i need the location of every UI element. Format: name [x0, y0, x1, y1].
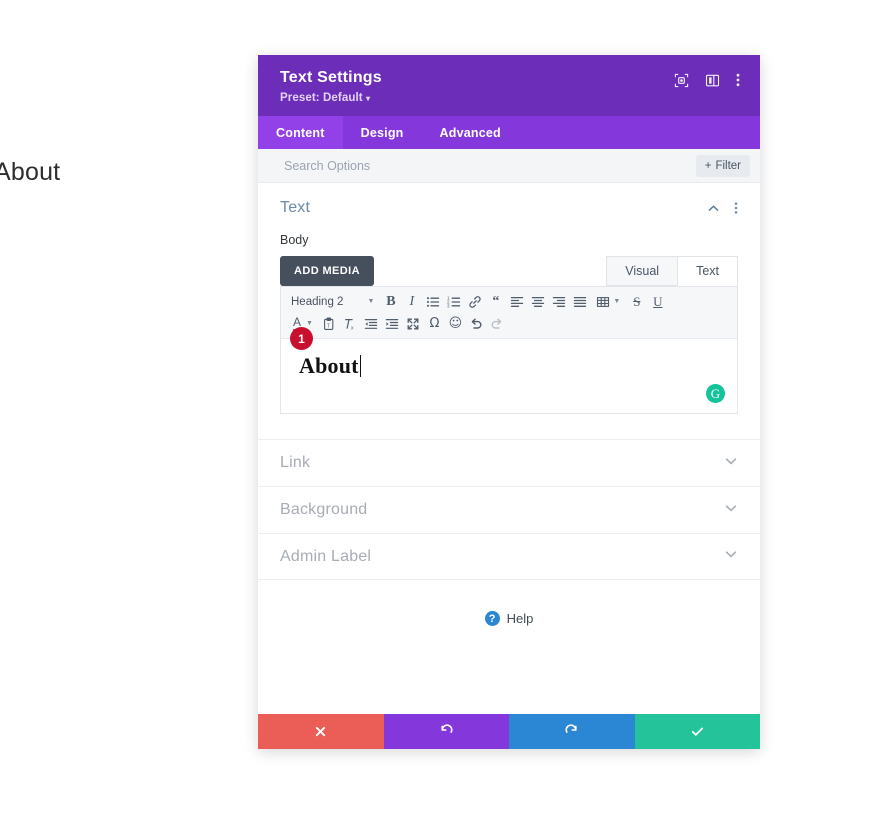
page-background-heading: About — [0, 158, 61, 186]
modal-header-texts: Text Settings Preset: Default ▾ — [280, 69, 674, 104]
align-center-icon[interactable] — [527, 291, 548, 312]
filter-button[interactable]: + Filter — [695, 154, 750, 177]
tab-advanced[interactable]: Advanced — [422, 116, 519, 149]
toolbar-row-1: Heading 2 ▼ B I 1 2 3 “ ▼ S U — [287, 291, 733, 312]
chevron-down-icon — [724, 454, 738, 473]
chevron-down-icon — [724, 501, 738, 520]
preset-selector[interactable]: Preset: Default ▾ — [280, 92, 674, 104]
help-row[interactable]: ? Help — [258, 611, 760, 626]
help-label: Help — [506, 611, 534, 626]
fullscreen-icon[interactable] — [403, 313, 424, 334]
bulleted-list-icon[interactable] — [422, 291, 443, 312]
emoji-icon[interactable]: ☺ — [445, 313, 466, 334]
filter-label: Filter — [715, 159, 741, 172]
svg-text:x: x — [351, 325, 354, 331]
plus-icon: + — [704, 159, 712, 172]
accordion-admin-label[interactable]: Admin Label — [258, 533, 760, 580]
undo-icon[interactable] — [466, 313, 487, 334]
accordion-background[interactable]: Background — [258, 486, 760, 533]
text-section: Text Body ADD MEDIA Visual Text Heading … — [258, 183, 760, 414]
tab-visual[interactable]: Visual — [606, 256, 679, 286]
chevron-down-icon: ▼ — [306, 320, 313, 327]
cancel-button[interactable] — [258, 714, 384, 749]
svg-text:T: T — [327, 323, 330, 329]
modal-body: Text Body ADD MEDIA Visual Text Heading … — [258, 183, 760, 714]
add-media-button[interactable]: ADD MEDIA — [280, 256, 374, 286]
toolbar-row-2: A ▼ T x Ω ☺ — [287, 313, 733, 334]
align-right-icon[interactable] — [548, 291, 569, 312]
chevron-down-icon: ▼ — [613, 298, 621, 305]
grammarly-icon[interactable]: G — [706, 384, 725, 403]
modal-header: Text Settings Preset: Default ▾ — [258, 55, 760, 116]
numbered-list-icon[interactable]: 1 2 3 — [443, 291, 464, 312]
italic-icon[interactable]: I — [401, 291, 422, 312]
underline-icon[interactable]: U — [647, 291, 668, 312]
preset-label: Preset: Default — [280, 92, 363, 104]
align-left-icon[interactable] — [506, 291, 527, 312]
special-character-icon[interactable]: Ω — [424, 313, 445, 334]
editor-heading-text: About — [299, 353, 359, 378]
increase-indent-icon[interactable] — [382, 313, 403, 334]
modal-title: Text Settings — [280, 69, 382, 86]
accordion-list: Link Background Admin Label — [258, 439, 760, 580]
search-row: + Filter — [258, 149, 760, 183]
redo-button[interactable] — [509, 714, 635, 749]
help-icon: ? — [484, 611, 500, 626]
bold-icon[interactable]: B — [380, 291, 401, 312]
editor-toolbar: Heading 2 ▼ B I 1 2 3 “ ▼ S U A ▼ T x Ω … — [281, 287, 737, 339]
align-justify-icon[interactable] — [569, 291, 590, 312]
chevron-down-icon: ▾ — [365, 94, 371, 103]
redo-icon[interactable] — [487, 313, 508, 334]
text-cursor — [359, 355, 361, 377]
format-select-label: Heading 2 — [291, 295, 344, 308]
focus-icon[interactable] — [674, 73, 689, 88]
text-section-title: Text — [280, 199, 311, 216]
rich-text-editor: Heading 2 ▼ B I 1 2 3 “ ▼ S U A ▼ T x Ω … — [280, 286, 738, 414]
section-kebab-menu-icon[interactable] — [734, 201, 738, 215]
save-button[interactable] — [634, 714, 760, 749]
paste-as-text-icon[interactable]: T — [319, 313, 340, 334]
body-field-label: Body — [280, 233, 309, 247]
text-section-header: Text — [280, 199, 738, 217]
accordion-label: Link — [280, 454, 311, 471]
editor-content-area[interactable]: 1 About G — [281, 327, 737, 413]
modal-header-icons — [674, 72, 740, 88]
svg-text:3: 3 — [447, 303, 450, 308]
modal-tabs: Content Design Advanced — [258, 116, 760, 149]
editor-mode-tabs: Visual Text — [606, 256, 738, 286]
chevron-down-icon: ▼ — [367, 298, 375, 305]
format-select[interactable]: Heading 2 ▼ — [287, 291, 380, 312]
step-badge-1: 1 — [290, 327, 313, 350]
search-input[interactable] — [282, 157, 696, 174]
accordion-label: Background — [280, 501, 368, 518]
accordion-label: Admin Label — [280, 547, 372, 565]
editor-toolbar-top: ADD MEDIA Visual Text — [280, 256, 738, 286]
strikethrough-icon[interactable]: S — [626, 291, 647, 312]
tab-content[interactable]: Content — [258, 116, 343, 149]
modal-footer — [258, 714, 760, 749]
tab-design[interactable]: Design — [343, 116, 422, 149]
kebab-menu-icon[interactable] — [736, 72, 740, 88]
decrease-indent-icon[interactable] — [361, 313, 382, 334]
chevron-down-icon — [724, 547, 738, 566]
tab-text[interactable]: Text — [677, 256, 738, 286]
accordion-link[interactable]: Link — [258, 439, 760, 486]
link-icon[interactable] — [464, 291, 485, 312]
chevron-up-icon[interactable] — [707, 202, 720, 215]
blockquote-icon[interactable]: “ — [485, 291, 506, 312]
table-icon[interactable]: ▼ — [590, 291, 626, 312]
layout-icon[interactable] — [705, 73, 720, 88]
undo-button[interactable] — [383, 714, 509, 749]
text-settings-modal: Text Settings Preset: Default ▾ Content … — [258, 55, 760, 749]
clear-formatting-icon[interactable]: x — [340, 313, 361, 334]
